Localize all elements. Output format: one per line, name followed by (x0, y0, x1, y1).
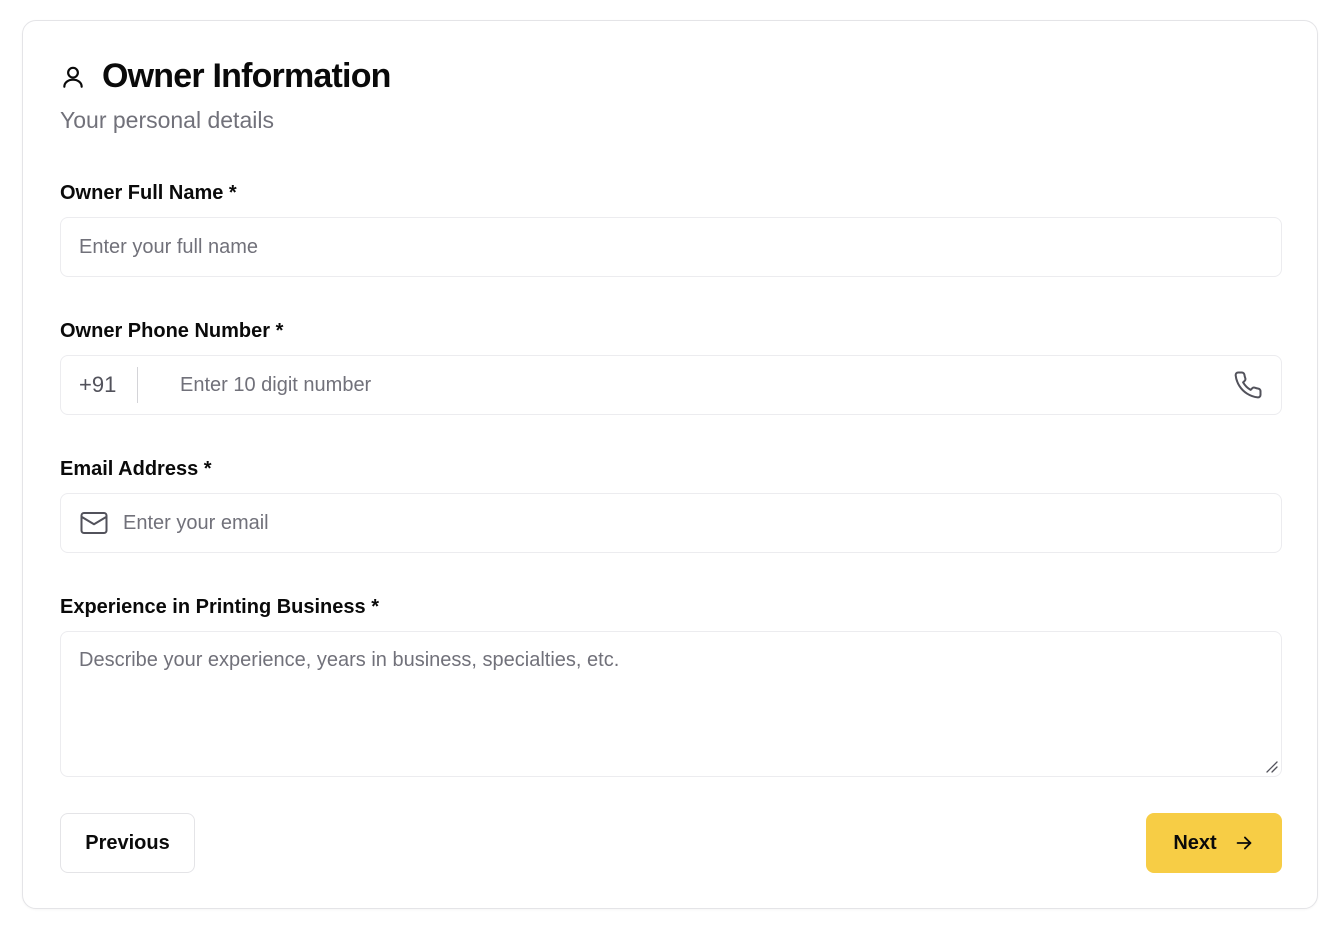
arrow-right-icon (1233, 832, 1255, 854)
section-header: Owner Information (60, 57, 391, 96)
mail-icon (79, 508, 109, 538)
next-button[interactable]: Next (1146, 813, 1282, 873)
phone-placeholder: Enter 10 digit number (180, 373, 372, 396)
previous-button[interactable]: Previous (60, 813, 195, 873)
experience-textarea[interactable]: Describe your experience, years in busin… (60, 631, 1282, 777)
phone-field[interactable]: +91 Enter 10 digit number (60, 355, 1282, 415)
next-button-label: Next (1173, 831, 1217, 854)
user-icon (60, 63, 88, 91)
experience-label: Experience in Printing Business * (60, 596, 379, 618)
previous-button-label: Previous (85, 831, 170, 854)
email-field[interactable]: Enter your email (60, 493, 1282, 553)
page-title: Owner Information (102, 57, 391, 95)
full-name-field[interactable]: Enter your full name (60, 217, 1282, 277)
email-label: Email Address * (60, 458, 212, 480)
full-name-label: Owner Full Name * (60, 182, 237, 204)
full-name-placeholder: Enter your full name (79, 235, 258, 258)
experience-placeholder: Describe your experience, years in busin… (79, 649, 620, 671)
page-subtitle: Your personal details (60, 107, 274, 133)
phone-icon (1233, 370, 1263, 400)
owner-information-card: Owner Information Your personal details … (22, 20, 1318, 909)
resize-handle-icon[interactable] (1263, 758, 1279, 774)
country-code-prefix: +91 (61, 367, 138, 403)
email-placeholder: Enter your email (123, 511, 269, 534)
phone-label: Owner Phone Number * (60, 320, 284, 342)
